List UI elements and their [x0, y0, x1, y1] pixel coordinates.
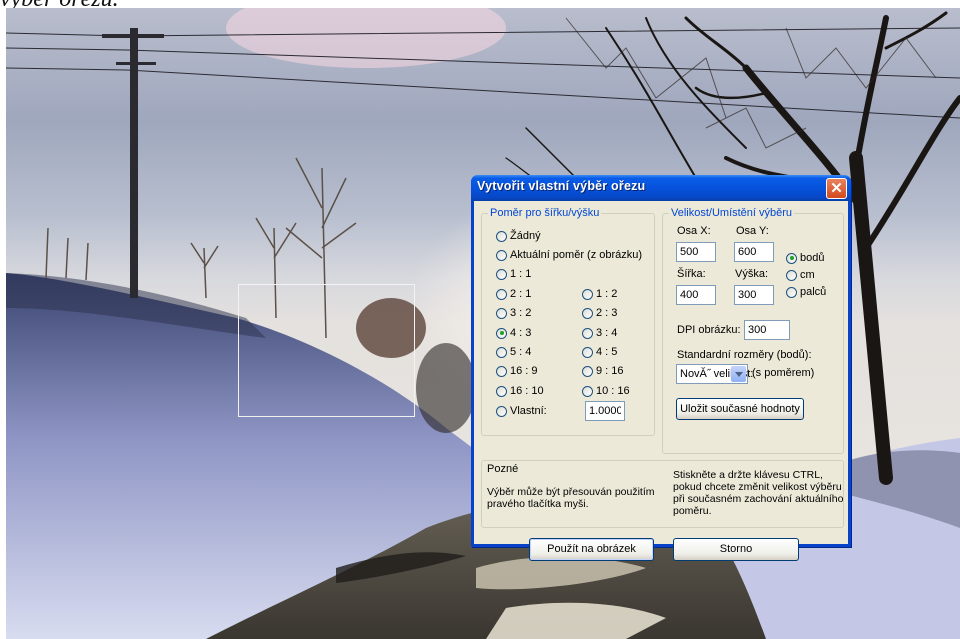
ratio-option[interactable]: 4 : 3: [496, 326, 531, 340]
radio-button[interactable]: [786, 269, 797, 281]
vyska-input[interactable]: [734, 285, 774, 305]
ratio-option[interactable]: 1 : 1: [496, 267, 531, 281]
radio-button[interactable]: [496, 385, 507, 397]
radio-button[interactable]: [496, 327, 507, 339]
crop-dialog: Vytvořit vlastní výběr ořezu ✕ Poměr pro…: [471, 175, 851, 561]
ratio-option-label: 2 : 3: [596, 307, 618, 319]
ratio-option[interactable]: 9 : 16: [582, 364, 624, 378]
save-current-values-button[interactable]: Uložit současné hodnoty: [676, 398, 804, 420]
ratio-option-label: Aktuální poměr (z obrázku): [510, 249, 643, 261]
ratio-option-label: 5 : 4: [510, 346, 532, 358]
ratio-option-label: Žádný: [510, 230, 541, 242]
ratio-option[interactable]: 4 : 5: [582, 345, 617, 359]
notes-left: Výběr může být přesouván použitím pravéh…: [487, 486, 655, 510]
ratio-option[interactable]: 5 : 4: [496, 345, 531, 359]
ratio-option[interactable]: 3 : 2: [496, 306, 531, 320]
ratio-option-label: 10 : 16: [596, 385, 630, 397]
sirka-label: Šířka:: [677, 268, 706, 280]
ratio-group: Poměr pro šířku/výšku: [481, 207, 655, 436]
crop-selection-frame[interactable]: [238, 284, 415, 417]
ratio-option[interactable]: 2 : 3: [582, 306, 617, 320]
ratio-option-label: 3 : 2: [510, 307, 532, 319]
ratio-option-label: 16 : 10: [510, 385, 544, 397]
standard-size-suffix: (s poměrem): [752, 367, 815, 379]
notes-heading: Pozné: [487, 463, 519, 475]
ratio-option[interactable]: 1 : 2: [582, 287, 617, 301]
size-group-legend: Velikost/Umístění výběru: [669, 207, 795, 219]
osa-x-label: Osa X:: [677, 225, 711, 237]
cancel-button[interactable]: Storno: [673, 538, 799, 561]
ratio-option[interactable]: 16 : 9: [496, 364, 538, 378]
custom-ratio-input[interactable]: [585, 401, 625, 421]
unit-option-label: palců: [800, 286, 827, 298]
osa-y-input[interactable]: [734, 242, 774, 262]
radio-button[interactable]: [582, 346, 593, 358]
radio-button[interactable]: [496, 288, 507, 300]
osa-x-input[interactable]: [676, 242, 716, 262]
ratio-option[interactable]: Vlastní:: [496, 404, 547, 418]
unit-option-label: bodů: [800, 252, 825, 264]
standard-size-label: Standardní rozměry (bodů):: [677, 349, 812, 361]
radio-button[interactable]: [496, 405, 507, 417]
close-button[interactable]: ✕: [826, 178, 847, 199]
ratio-option[interactable]: Aktuální poměr (z obrázku): [496, 248, 642, 262]
dialog-title: Vytvořit vlastní výběr ořezu: [477, 179, 646, 193]
radio-button[interactable]: [496, 307, 507, 319]
unit-option[interactable]: bodů: [786, 251, 824, 265]
ratio-option-label: 9 : 16: [596, 365, 624, 377]
apply-to-image-button[interactable]: Použít na obrázek: [529, 538, 654, 561]
dpi-label: DPI obrázku:: [677, 324, 741, 336]
notes-right: Stiskněte a držte klávesu CTRL, pokud ch…: [673, 469, 844, 517]
radio-button[interactable]: [496, 268, 507, 280]
radio-button[interactable]: [496, 346, 507, 358]
osa-y-label: Osa Y:: [736, 225, 769, 237]
radio-button[interactable]: [786, 252, 797, 264]
ratio-group-legend: Poměr pro šířku/výšku: [488, 207, 602, 219]
ratio-option-label: 1 : 2: [596, 288, 618, 300]
radio-button[interactable]: [582, 307, 593, 319]
ratio-option-label: 3 : 4: [596, 327, 618, 339]
radio-button[interactable]: [786, 286, 797, 298]
standard-size-select[interactable]: NovĂ˝ velikost:: [676, 364, 753, 384]
ratio-option[interactable]: 2 : 1: [496, 287, 531, 301]
radio-button[interactable]: [582, 288, 593, 300]
vyska-label: Výška:: [735, 268, 769, 280]
ratio-option-label: 4 : 3: [510, 327, 532, 339]
radio-button[interactable]: [496, 365, 507, 377]
ratio-option[interactable]: 10 : 16: [582, 384, 630, 398]
dialog-titlebar[interactable]: Vytvořit vlastní výběr ořezu ✕: [471, 175, 851, 201]
ratio-option-label: 16 : 9: [510, 365, 538, 377]
unit-option[interactable]: palců: [786, 285, 826, 299]
radio-button[interactable]: [582, 327, 593, 339]
chevron-down-icon[interactable]: [731, 366, 746, 382]
ratio-option[interactable]: Žádný: [496, 229, 541, 243]
ratio-option-label: 2 : 1: [510, 288, 532, 300]
radio-button[interactable]: [582, 385, 593, 397]
ratio-option-label: Vlastní:: [510, 405, 547, 417]
unit-option[interactable]: cm: [786, 268, 815, 282]
ratio-option-label: 1 : 1: [510, 268, 532, 280]
dpi-input[interactable]: [744, 320, 790, 340]
ratio-option-label: 4 : 5: [596, 346, 618, 358]
radio-button[interactable]: [496, 230, 507, 242]
dialog-body: Poměr pro šířku/výšku Žádný Aktuální pomě…: [474, 201, 848, 561]
ratio-option[interactable]: 16 : 10: [496, 384, 544, 398]
close-icon: ✕: [830, 180, 843, 197]
sirka-input[interactable]: [676, 285, 716, 305]
unit-option-label: cm: [800, 269, 815, 281]
radio-button[interactable]: [582, 365, 593, 377]
radio-button[interactable]: [496, 249, 507, 261]
ratio-option[interactable]: 3 : 4: [582, 326, 617, 340]
